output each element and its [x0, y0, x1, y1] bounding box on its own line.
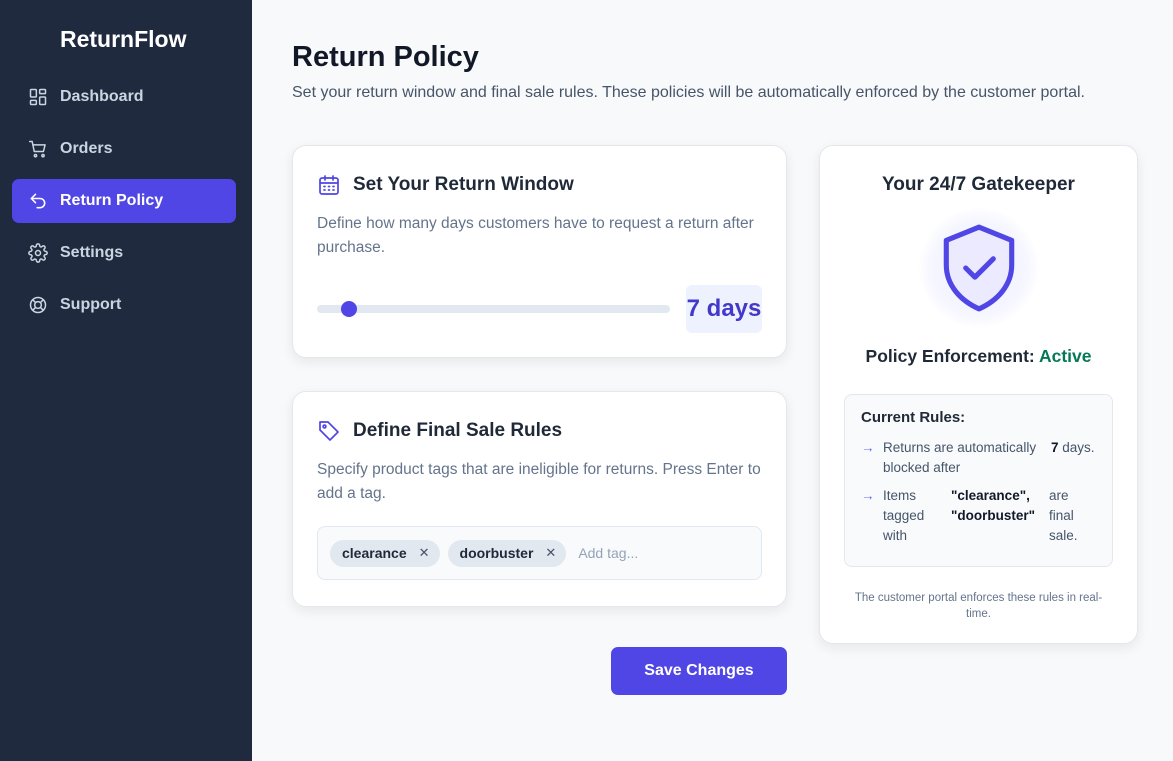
rule-value: 7 — [1051, 440, 1059, 455]
cart-icon — [28, 139, 48, 159]
tag-chip: clearance ✕ — [330, 539, 440, 567]
return-window-slider[interactable] — [317, 301, 670, 317]
calendar-icon — [317, 173, 341, 197]
rule-final-sale: → Items tagged with "clearance", "doorbu… — [861, 486, 1096, 546]
sidebar-item-orders[interactable]: Orders — [12, 127, 236, 171]
lifebuoy-icon — [28, 295, 48, 315]
tag-label: doorbuster — [459, 545, 534, 561]
app-root: ReturnFlow Dashboard Orders Return Polic… — [0, 0, 1173, 761]
page-subtitle: Set your return window and final sale ru… — [292, 84, 1085, 101]
sidebar-item-settings[interactable]: Settings — [12, 231, 236, 275]
final-sale-title: Define Final Sale Rules — [353, 420, 563, 441]
gatekeeper-card: Your 24/7 Gatekeeper Policy Enforcement:… — [819, 145, 1138, 644]
gatekeeper-footnote: The customer portal enforces these rules… — [854, 592, 1103, 620]
sidebar-nav: Dashboard Orders Return Policy Settings — [0, 75, 252, 327]
tag-input-container[interactable]: clearance ✕ doorbuster ✕ — [317, 526, 762, 580]
enforcement-status-label: Policy Enforcement: — [865, 346, 1035, 366]
shield-check-icon — [943, 224, 1014, 312]
rule-suffix: are final sale. — [1049, 488, 1078, 543]
final-sale-description: Specify product tags that are ineligible… — [317, 461, 761, 502]
gatekeeper-title: Your 24/7 Gatekeeper — [882, 174, 1075, 195]
enforcement-status-value: Active — [1038, 346, 1092, 366]
remove-tag-icon[interactable]: ✕ — [545, 545, 556, 561]
tag-label: clearance — [342, 545, 407, 561]
gear-icon — [28, 243, 48, 263]
current-rules-title: Current Rules: — [861, 409, 966, 426]
return-window-card: Set Your Return Window Define how many d… — [292, 145, 787, 358]
app-logo: ReturnFlow — [60, 26, 187, 52]
sidebar-item-label: Dashboard — [60, 88, 144, 105]
return-arrow-icon — [28, 191, 48, 211]
rule-return-window: → Returns are automatically blocked afte… — [861, 438, 1096, 478]
final-sale-card: Define Final Sale Rules Specify product … — [292, 391, 787, 607]
arrow-right-icon: → — [861, 488, 875, 503]
sidebar-item-label: Settings — [60, 244, 124, 261]
rule-tags: "clearance", "doorbuster" — [951, 488, 1036, 523]
sidebar-item-dashboard[interactable]: Dashboard — [12, 75, 236, 119]
sidebar: ReturnFlow Dashboard Orders Return Polic… — [0, 0, 252, 761]
sidebar-item-label: Return Policy — [60, 192, 164, 209]
page-title: Return Policy — [292, 41, 479, 73]
rule-text: Returns are automatically blocked after — [883, 440, 1037, 475]
arrow-right-icon: → — [861, 440, 875, 455]
sidebar-item-return-policy[interactable]: Return Policy — [12, 179, 236, 223]
remove-tag-icon[interactable]: ✕ — [419, 545, 430, 561]
rule-value-line: 7 days. — [1051, 438, 1095, 478]
dashboard-icon — [28, 87, 48, 107]
slider-thumb[interactable] — [341, 301, 358, 317]
tag-chip: doorbuster ✕ — [447, 539, 567, 567]
return-window-description: Define how many days customers have to r… — [317, 215, 754, 256]
rule-suffix: days. — [1062, 440, 1095, 455]
sidebar-item-support[interactable]: Support — [12, 283, 236, 327]
add-tag-input[interactable] — [578, 545, 699, 561]
sidebar-item-label: Orders — [60, 140, 113, 157]
enforcement-status: Policy Enforcement: Active — [844, 346, 1113, 367]
main-content: Return Policy Set your return window and… — [252, 0, 1173, 761]
sidebar-item-label: Support — [60, 296, 122, 313]
shield-badge — [918, 208, 1039, 328]
return-window-days-display: 7 days — [686, 285, 762, 333]
rule-text: Items tagged with — [883, 488, 925, 543]
return-window-title: Set Your Return Window — [353, 174, 574, 195]
tag-icon — [317, 419, 341, 443]
save-changes-button[interactable]: Save Changes — [611, 647, 787, 695]
current-rules-box: Current Rules: → Returns are automatical… — [844, 394, 1113, 567]
